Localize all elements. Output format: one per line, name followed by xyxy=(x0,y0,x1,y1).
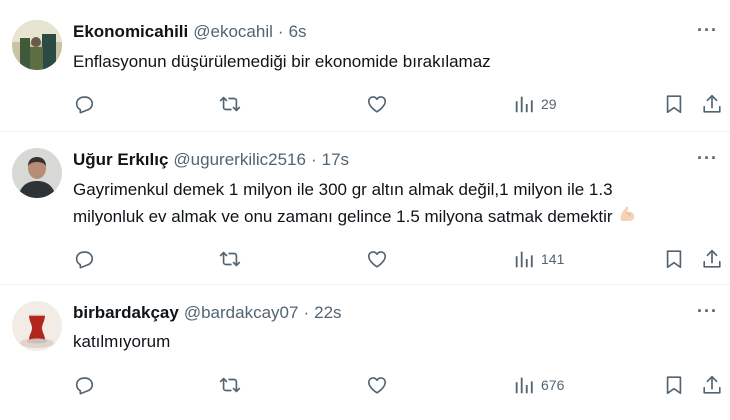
view-count: 141 xyxy=(541,251,565,267)
share-icon xyxy=(701,374,723,396)
bar-chart-icon xyxy=(513,248,535,270)
display-name[interactable]: Uğur Erkılıç xyxy=(73,150,168,170)
view-count: 676 xyxy=(541,377,565,393)
more-options-button[interactable]: ··· xyxy=(697,301,718,322)
share-icon xyxy=(701,93,723,115)
heart-icon xyxy=(366,248,388,270)
more-options-button[interactable]: ··· xyxy=(697,20,718,41)
tweet-text: Gayrimenkul demek 1 milyon ile 300 gr al… xyxy=(73,176,713,232)
profile-photo-icon xyxy=(12,148,62,198)
reply-icon xyxy=(73,248,95,270)
avatar[interactable] xyxy=(12,301,62,351)
tweet-1[interactable]: Ekonomicahili @ekocahil · 6s ··· Enflasy… xyxy=(0,0,730,132)
profile-photo-icon xyxy=(12,20,62,70)
like-button[interactable] xyxy=(366,247,388,271)
retweet-button[interactable] xyxy=(219,92,241,116)
bookmark-icon xyxy=(663,93,685,115)
retweet-icon xyxy=(219,374,241,396)
tweet-text-line-wrap: milyonluk ev almak ve onu zamanı gelince… xyxy=(73,203,713,232)
separator: · xyxy=(310,150,317,169)
retweet-icon xyxy=(219,248,241,270)
tweet-text-line: milyonluk ev almak ve onu zamanı gelince… xyxy=(73,207,613,226)
tweet-text: Enflasyonun düşürülemediği bir ekonomide… xyxy=(73,52,491,71)
like-button[interactable] xyxy=(366,92,388,116)
share-button[interactable] xyxy=(701,247,723,271)
share-button[interactable] xyxy=(701,92,723,116)
retweet-icon xyxy=(219,93,241,115)
separator: · xyxy=(303,303,310,322)
bar-chart-icon xyxy=(513,93,535,115)
views-button[interactable]: 676 xyxy=(513,373,564,397)
timestamp[interactable]: 22s xyxy=(314,303,341,323)
handle[interactable]: @bardakcay07 xyxy=(184,303,299,323)
action-bar: 141 xyxy=(73,247,723,271)
retweet-button[interactable] xyxy=(219,373,241,397)
separator: · xyxy=(277,22,284,41)
avatar[interactable] xyxy=(12,20,62,70)
action-bar: 676 xyxy=(73,373,723,397)
views-button[interactable]: 141 xyxy=(513,247,564,271)
tweet-header: birbardakçay @bardakcay07 · 22s xyxy=(73,303,342,323)
tweet-header: Uğur Erkılıç @ugurerkilic2516 · 17s xyxy=(73,150,349,170)
reply-button[interactable] xyxy=(73,247,95,271)
tweet-header: Ekonomicahili @ekocahil · 6s xyxy=(73,22,307,42)
avatar[interactable] xyxy=(12,148,62,198)
reply-icon xyxy=(73,374,95,396)
heart-icon xyxy=(366,93,388,115)
heart-icon xyxy=(366,374,388,396)
view-count: 29 xyxy=(541,96,557,112)
flexed-biceps-emoji-icon xyxy=(617,204,637,232)
bar-chart-icon xyxy=(513,374,535,396)
tweet-3[interactable]: birbardakçay @bardakcay07 · 22s ··· katı… xyxy=(0,285,730,420)
tweet-text-line: Gayrimenkul demek 1 milyon ile 300 gr al… xyxy=(73,180,613,199)
share-icon xyxy=(701,248,723,270)
bookmark-button[interactable] xyxy=(663,247,685,271)
display-name[interactable]: Ekonomicahili xyxy=(73,22,188,42)
handle[interactable]: @ekocahil xyxy=(193,22,273,42)
reply-button[interactable] xyxy=(73,373,95,397)
timestamp[interactable]: 6s xyxy=(289,22,307,42)
bookmark-button[interactable] xyxy=(663,92,685,116)
timestamp[interactable]: 17s xyxy=(322,150,349,170)
action-bar: 29 xyxy=(73,92,723,116)
tweet-2[interactable]: Uğur Erkılıç @ugurerkilic2516 · 17s ··· … xyxy=(0,132,730,285)
handle[interactable]: @ugurerkilic2516 xyxy=(173,150,306,170)
more-options-button[interactable]: ··· xyxy=(697,148,718,169)
retweet-button[interactable] xyxy=(219,247,241,271)
reply-icon xyxy=(73,93,95,115)
tea-glass-photo-icon xyxy=(12,301,62,351)
views-button[interactable]: 29 xyxy=(513,92,557,116)
like-button[interactable] xyxy=(366,373,388,397)
share-button[interactable] xyxy=(701,373,723,397)
tweet-text: katılmıyorum xyxy=(73,332,171,351)
reply-button[interactable] xyxy=(73,92,95,116)
display-name[interactable]: birbardakçay xyxy=(73,303,179,323)
bookmark-icon xyxy=(663,248,685,270)
bookmark-button[interactable] xyxy=(663,373,685,397)
bookmark-icon xyxy=(663,374,685,396)
